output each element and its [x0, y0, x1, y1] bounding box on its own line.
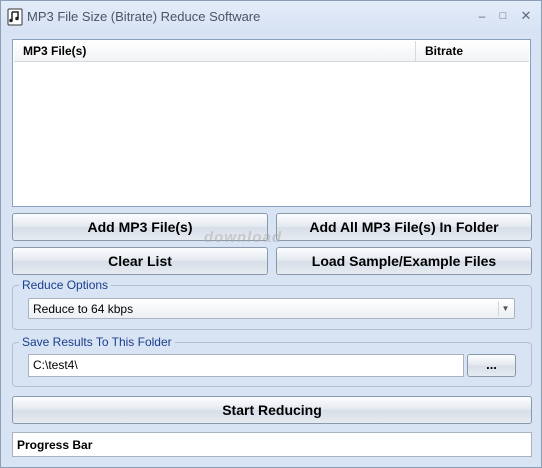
app-icon — [7, 8, 23, 26]
reduce-options-dropdown[interactable]: Reduce to 64 kbps ▼ — [28, 298, 515, 319]
save-folder-group: Save Results To This Folder C:\test4\ — [12, 335, 532, 387]
chevron-down-icon[interactable]: ▼ — [498, 301, 512, 316]
save-folder-value: C:\test4\ — [33, 358, 78, 372]
title-bar[interactable]: MP3 File Size (Bitrate) Reduce Software … — [1, 1, 541, 33]
progress-label: Progress Bar — [17, 438, 93, 452]
save-folder-input[interactable]: C:\test4\ — [28, 354, 464, 377]
reduce-options-value: Reduce to 64 kbps — [33, 302, 134, 316]
minimize-icon[interactable]: – — [471, 7, 493, 25]
maximize-icon[interactable]: □ — [492, 7, 514, 25]
list-header: MP3 File(s) Bitrate — [14, 41, 529, 62]
reduce-options-label: Reduce Options — [19, 278, 112, 292]
column-header-bitrate[interactable]: Bitrate — [417, 41, 529, 61]
file-list[interactable]: MP3 File(s) Bitrate — [12, 39, 531, 207]
close-icon[interactable]: ✕ — [515, 7, 537, 25]
column-header-file[interactable]: MP3 File(s) — [14, 41, 416, 61]
add-folder-button[interactable]: Add All MP3 File(s) In Folder — [276, 213, 532, 241]
app-window: MP3 File Size (Bitrate) Reduce Software … — [0, 0, 542, 468]
load-samples-button[interactable]: Load Sample/Example Files — [276, 247, 532, 275]
add-files-button[interactable]: Add MP3 File(s) — [12, 213, 268, 241]
save-folder-label: Save Results To This Folder — [19, 335, 175, 349]
browse-folder-button[interactable]: ... — [467, 354, 516, 377]
progress-bar: Progress Bar — [12, 432, 532, 457]
clear-list-button[interactable]: Clear List — [12, 247, 268, 275]
window-title: MP3 File Size (Bitrate) Reduce Software — [27, 9, 261, 24]
start-reducing-button[interactable]: Start Reducing — [12, 396, 532, 424]
reduce-options-group: Reduce Options Reduce to 64 kbps ▼ — [12, 278, 532, 330]
